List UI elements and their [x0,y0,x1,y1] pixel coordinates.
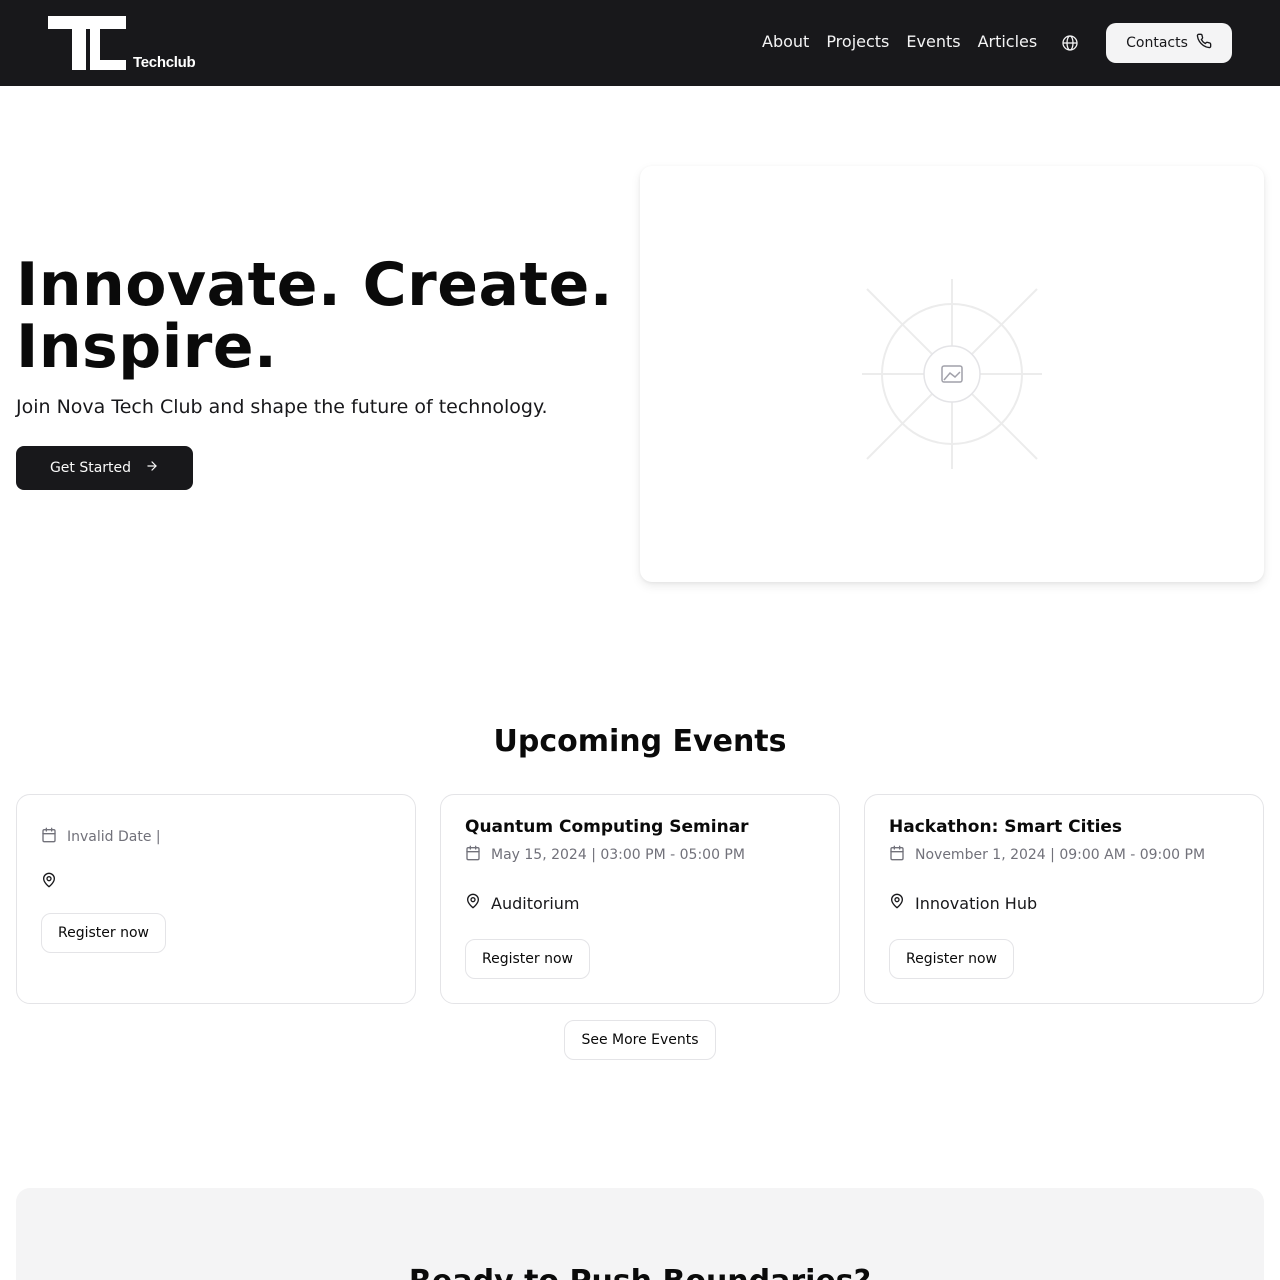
event-date: May 15, 2024 | 03:00 PM - 05:00 PM [491,847,745,863]
map-pin-icon [41,872,57,892]
globe-icon[interactable] [1060,33,1080,53]
nav-projects[interactable]: Projects [826,31,889,53]
calendar-icon [465,845,481,865]
register-button[interactable]: Register now [465,939,590,979]
nav-articles[interactable]: Articles [978,31,1038,53]
cta-banner: Ready to Push Boundaries? [16,1188,1264,1280]
event-title: Hackathon: Smart Cities [889,817,1123,837]
arrow-right-icon [145,459,159,477]
get-started-button[interactable]: Get Started [16,446,193,490]
event-date-row: May 15, 2024 | 03:00 PM - 05:00 PM [465,845,745,865]
calendar-icon [889,845,905,865]
nav-events[interactable]: Events [906,31,960,53]
hero-title-line2: Inspire. [16,312,278,382]
see-more-events-button[interactable]: See More Events [564,1020,716,1060]
event-location-row [41,872,67,892]
event-title: Quantum Computing Seminar [465,817,749,837]
event-card: Invalid Date | Register now [16,794,416,1004]
get-started-label: Get Started [49,460,132,476]
banner-title: Ready to Push Boundaries? [16,1264,1264,1280]
event-location: Auditorium [491,893,580,913]
event-date: November 1, 2024 | 09:00 AM - 09:00 PM [915,847,1206,863]
event-card: Quantum Computing Seminar May 15, 2024 |… [440,794,840,1004]
event-date-row: Invalid Date | [41,827,161,847]
event-location-row: Auditorium [465,893,580,913]
event-location-row: Innovation Hub [889,893,1037,913]
events-section-title: Upcoming Events [493,724,787,759]
image-placeholder-icon [862,279,1042,469]
nav-about[interactable]: About [762,31,809,53]
register-button[interactable]: Register now [41,913,166,953]
event-date-row: November 1, 2024 | 09:00 AM - 09:00 PM [889,845,1205,865]
register-button[interactable]: Register now [889,939,1014,979]
event-card: Hackathon: Smart Cities November 1, 2024… [864,794,1264,1004]
site-header: Techclub About Projects Events Articles … [0,0,1280,86]
calendar-icon [41,827,57,847]
event-date: Invalid Date | [67,829,161,845]
logo-mark-l-base [90,60,126,70]
logo-mark-top [48,16,126,29]
hero-subtitle: Join Nova Tech Club and shape the future… [16,396,548,418]
map-pin-icon [889,893,905,913]
contacts-button[interactable]: Contacts [1106,23,1232,63]
hero-title-line1: Innovate. Create. [16,250,614,320]
phone-icon [1196,33,1212,53]
logo-text: Techclub [133,54,196,71]
logo[interactable]: Techclub [48,16,208,72]
logo-mark-stem [72,29,86,70]
event-location: Innovation Hub [915,893,1038,913]
main-nav: About Projects Events Articles [762,31,1037,53]
hero-title: Innovate. Create. Inspire. [16,254,636,378]
map-pin-icon [465,893,481,913]
contacts-label: Contacts [1126,35,1188,51]
hero-image [640,166,1264,582]
